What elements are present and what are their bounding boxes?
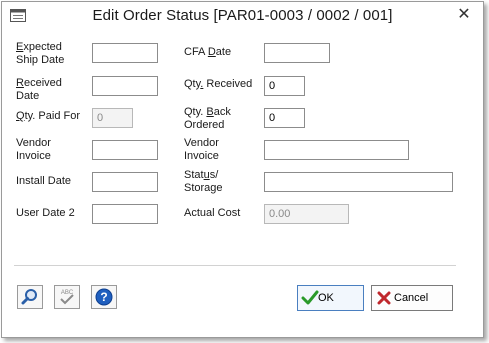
received-date-field[interactable]	[92, 76, 158, 96]
separator	[14, 265, 456, 266]
install-date-field[interactable]	[92, 172, 158, 192]
vendor-invoice-field-right[interactable]	[264, 140, 409, 160]
qty-received-label: Qty. Received	[184, 78, 253, 90]
help-button[interactable]: ?	[91, 285, 117, 309]
spellcheck-button[interactable]: ABC	[54, 285, 80, 309]
actual-cost-label: Actual Cost	[184, 207, 241, 219]
cancel-button[interactable]: Cancel	[371, 285, 453, 311]
qty-paid-for-field	[92, 108, 133, 128]
window-title: Edit Order Status [PAR01-0003 / 0002 / 0…	[92, 7, 393, 24]
user-date-2-label: User Date 2	[16, 207, 75, 219]
qty-back-ordered-label: Qty. Back Ordered	[184, 106, 231, 131]
install-date-label: Install Date	[16, 175, 72, 187]
ok-button[interactable]: OK	[297, 285, 364, 311]
edit-order-status-dialog: Edit Order Status [PAR01-0003 / 0002 / 0…	[1, 1, 484, 338]
close-icon[interactable]: ✕	[456, 7, 472, 23]
vendor-invoice-label-left: Vendor Invoice	[16, 137, 51, 162]
qty-received-field[interactable]	[264, 76, 305, 96]
vendor-invoice-label-right: Vendor Invoice	[184, 137, 219, 162]
title-bar: Edit Order Status [PAR01-0003 / 0002 / 0…	[2, 2, 483, 32]
vendor-invoice-field-left[interactable]	[92, 140, 158, 160]
status-storage-field[interactable]	[264, 172, 453, 192]
cfa-date-field[interactable]	[264, 43, 330, 63]
svg-text:?: ?	[100, 290, 107, 304]
received-date-label: Received Date	[16, 77, 62, 102]
spellcheck-icon: ABC	[60, 290, 74, 305]
cfa-date-label: CFA Date	[184, 46, 232, 58]
expected-ship-date-field[interactable]	[92, 43, 158, 63]
qty-back-ordered-field[interactable]	[264, 108, 305, 128]
cancel-label: Cancel	[394, 292, 429, 304]
ok-label: OK	[318, 292, 334, 304]
qty-paid-for-label: Qty. Paid For	[16, 110, 80, 122]
user-date-2-field[interactable]	[92, 204, 158, 224]
expected-ship-date-label: Expected Ship Date	[16, 41, 65, 66]
check-icon	[301, 290, 319, 305]
magnifier-icon	[21, 289, 37, 305]
actual-cost-field	[264, 204, 349, 224]
search-button[interactable]	[17, 285, 43, 309]
x-icon	[377, 291, 391, 305]
status-storage-label: Status/ Storage	[184, 169, 223, 194]
help-icon: ?	[95, 288, 113, 306]
